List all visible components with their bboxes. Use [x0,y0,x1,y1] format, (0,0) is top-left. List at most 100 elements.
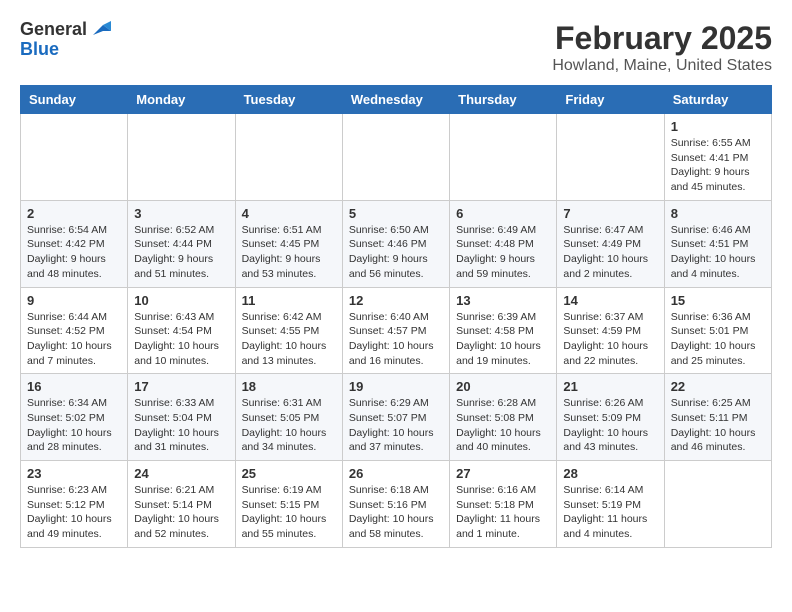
header-thursday: Thursday [450,86,557,114]
logo: General Blue [20,20,111,60]
day-detail: Sunrise: 6:33 AM Sunset: 5:04 PM Dayligh… [134,396,228,455]
day-number: 19 [349,379,443,394]
cell-week1-day0: 2 Sunrise: 6:54 AM Sunset: 4:42 PM Daylig… [21,200,128,287]
cell-week3-day4: 20Sunrise: 6:28 AM Sunset: 5:08 PM Dayli… [450,374,557,461]
header-monday: Monday [128,86,235,114]
cell-week1-day2: 4 Sunrise: 6:51 AM Sunset: 4:45 PM Daylig… [235,200,342,287]
day-detail: Sunrise: 6:23 AM Sunset: 5:12 PM Dayligh… [27,483,121,542]
cell-week0-day3 [342,114,449,201]
day-number: 22 [671,379,765,394]
day-detail: Sunrise: 6:19 AM Sunset: 5:15 PM Dayligh… [242,483,336,542]
week-row-3: 16 Sunrise: 6:34 AM Sunset: 5:02 PM Dayli… [21,374,772,461]
day-detail: Sunrise: 6:44 AM Sunset: 4:52 PM Dayligh… [27,310,121,369]
day-number: 9 [27,293,121,308]
day-detail: Sunrise: 6:18 AM Sunset: 5:16 PM Dayligh… [349,483,443,542]
day-number: 24 [134,466,228,481]
cell-week0-day4 [450,114,557,201]
header-friday: Friday [557,86,664,114]
header-wednesday: Wednesday [342,86,449,114]
cell-week4-day6 [664,461,771,548]
day-detail: Sunrise: 6:21 AM Sunset: 5:14 PM Dayligh… [134,483,228,542]
cell-week4-day3: 26 Sunrise: 6:18 AM Sunset: 5:16 PM Dayli… [342,461,449,548]
week-row-1: 2 Sunrise: 6:54 AM Sunset: 4:42 PM Daylig… [21,200,772,287]
cell-week0-day0 [21,114,128,201]
day-detail: Sunrise: 6:37 AM Sunset: 4:59 PM Dayligh… [563,310,657,369]
cell-week3-day0: 16 Sunrise: 6:34 AM Sunset: 5:02 PM Dayli… [21,374,128,461]
cell-week2-day2: 11 Sunrise: 6:42 AM Sunset: 4:55 PM Dayli… [235,287,342,374]
page-container: General Blue February 2025 Howland, Main… [20,20,772,548]
cell-week2-day3: 12Sunrise: 6:40 AM Sunset: 4:57 PM Dayli… [342,287,449,374]
week-row-2: 9 Sunrise: 6:44 AM Sunset: 4:52 PM Daylig… [21,287,772,374]
day-detail: Sunrise: 6:46 AM Sunset: 4:51 PM Dayligh… [671,223,765,282]
day-number: 6 [456,206,550,221]
cell-week4-day2: 25 Sunrise: 6:19 AM Sunset: 5:15 PM Dayli… [235,461,342,548]
day-number: 16 [27,379,121,394]
cell-week4-day5: 28 Sunrise: 6:14 AM Sunset: 5:19 PM Dayli… [557,461,664,548]
day-number: 5 [349,206,443,221]
day-number: 4 [242,206,336,221]
day-number: 3 [134,206,228,221]
day-number: 15 [671,293,765,308]
cell-week1-day4: 6 Sunrise: 6:49 AM Sunset: 4:48 PM Daylig… [450,200,557,287]
day-detail: Sunrise: 6:43 AM Sunset: 4:54 PM Dayligh… [134,310,228,369]
day-detail: Sunrise: 6:50 AM Sunset: 4:46 PM Dayligh… [349,223,443,282]
cell-week4-day1: 24 Sunrise: 6:21 AM Sunset: 5:14 PM Dayli… [128,461,235,548]
cell-week1-day6: 8 Sunrise: 6:46 AM Sunset: 4:51 PM Daylig… [664,200,771,287]
day-detail: Sunrise: 6:52 AM Sunset: 4:44 PM Dayligh… [134,223,228,282]
day-detail: Sunrise: 6:49 AM Sunset: 4:48 PM Dayligh… [456,223,550,282]
day-detail: Sunrise: 6:42 AM Sunset: 4:55 PM Dayligh… [242,310,336,369]
day-detail: Sunrise: 6:25 AM Sunset: 5:11 PM Dayligh… [671,396,765,455]
cell-week0-day5 [557,114,664,201]
week-row-4: 23Sunrise: 6:23 AM Sunset: 5:12 PM Dayli… [21,461,772,548]
day-detail: Sunrise: 6:54 AM Sunset: 4:42 PM Dayligh… [27,223,121,282]
day-detail: Sunrise: 6:31 AM Sunset: 5:05 PM Dayligh… [242,396,336,455]
day-number: 14 [563,293,657,308]
day-number: 18 [242,379,336,394]
cell-week0-day2 [235,114,342,201]
title-section: February 2025 Howland, Maine, United Sta… [552,20,772,75]
day-number: 8 [671,206,765,221]
cell-week3-day1: 17 Sunrise: 6:33 AM Sunset: 5:04 PM Dayli… [128,374,235,461]
day-detail: Sunrise: 6:29 AM Sunset: 5:07 PM Dayligh… [349,396,443,455]
day-detail: Sunrise: 6:16 AM Sunset: 5:18 PM Dayligh… [456,483,550,542]
day-number: 10 [134,293,228,308]
day-number: 13 [456,293,550,308]
location-subtitle: Howland, Maine, United States [552,57,772,75]
header-sunday: Sunday [21,86,128,114]
cell-week4-day4: 27 Sunrise: 6:16 AM Sunset: 5:18 PM Dayli… [450,461,557,548]
day-number: 26 [349,466,443,481]
day-detail: Sunrise: 6:51 AM Sunset: 4:45 PM Dayligh… [242,223,336,282]
day-number: 28 [563,466,657,481]
day-detail: Sunrise: 6:28 AM Sunset: 5:08 PM Dayligh… [456,396,550,455]
day-number: 27 [456,466,550,481]
header-tuesday: Tuesday [235,86,342,114]
cell-week1-day3: 5 Sunrise: 6:50 AM Sunset: 4:46 PM Daylig… [342,200,449,287]
cell-week4-day0: 23Sunrise: 6:23 AM Sunset: 5:12 PM Dayli… [21,461,128,548]
day-number: 2 [27,206,121,221]
day-detail: Sunrise: 6:14 AM Sunset: 5:19 PM Dayligh… [563,483,657,542]
month-year-title: February 2025 [552,20,772,57]
cell-week3-day6: 22 Sunrise: 6:25 AM Sunset: 5:11 PM Dayli… [664,374,771,461]
cell-week3-day5: 21 Sunrise: 6:26 AM Sunset: 5:09 PM Dayli… [557,374,664,461]
calendar-table: Sunday Monday Tuesday Wednesday Thursday… [20,85,772,548]
logo-blue-text: Blue [20,40,111,60]
cell-week3-day3: 19 Sunrise: 6:29 AM Sunset: 5:07 PM Dayli… [342,374,449,461]
day-detail: Sunrise: 6:26 AM Sunset: 5:09 PM Dayligh… [563,396,657,455]
logo-bird-icon [89,21,111,39]
cell-week2-day6: 15Sunrise: 6:36 AM Sunset: 5:01 PM Dayli… [664,287,771,374]
day-detail: Sunrise: 6:39 AM Sunset: 4:58 PM Dayligh… [456,310,550,369]
day-detail: Sunrise: 6:55 AM Sunset: 4:41 PM Dayligh… [671,136,765,195]
cell-week2-day4: 13 Sunrise: 6:39 AM Sunset: 4:58 PM Dayli… [450,287,557,374]
calendar-header-row: Sunday Monday Tuesday Wednesday Thursday… [21,86,772,114]
header: General Blue February 2025 Howland, Main… [20,20,772,75]
cell-week0-day1 [128,114,235,201]
day-number: 25 [242,466,336,481]
day-detail: Sunrise: 6:34 AM Sunset: 5:02 PM Dayligh… [27,396,121,455]
day-number: 21 [563,379,657,394]
week-row-0: 1Sunrise: 6:55 AM Sunset: 4:41 PM Daylig… [21,114,772,201]
cell-week3-day2: 18 Sunrise: 6:31 AM Sunset: 5:05 PM Dayli… [235,374,342,461]
day-number: 17 [134,379,228,394]
cell-week2-day1: 10 Sunrise: 6:43 AM Sunset: 4:54 PM Dayli… [128,287,235,374]
day-number: 7 [563,206,657,221]
day-number: 11 [242,293,336,308]
